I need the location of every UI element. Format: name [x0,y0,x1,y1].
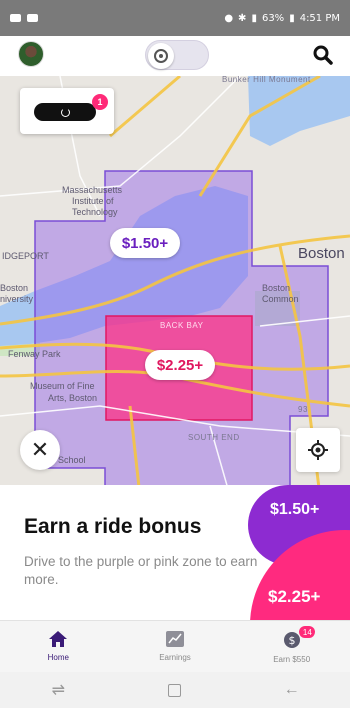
tab-home-label: Home [47,653,69,662]
map-label-mit-3: Technology [72,207,118,217]
battery-icon: ▮ [289,12,295,24]
map-label-boston-u-2: niversity [0,294,34,304]
close-button[interactable]: ✕ [20,430,60,470]
back-arrow-icon: ← [283,681,300,698]
sheet-title: Earn a ride bonus [24,515,202,538]
map-label-boston: Boston [298,245,345,262]
driver-mode-toggle[interactable] [145,40,209,70]
map-label-highway-93: 93 [298,405,308,414]
bonus-sheet: $1.50+ $2.25+ Earn a ride bonus Drive to… [0,485,350,620]
map-label-south-end: SOUTH END [188,433,240,442]
signal-icon: ▮ [251,12,257,24]
home-icon [49,631,68,647]
map-label-bunker-hill: Bunker Hill Monument [222,76,311,84]
bluetooth-icon: ✱ [238,12,247,24]
home-nav-button[interactable] [155,675,195,705]
status-icons-left [10,14,38,22]
map-label-fenway-park: Fenway Park [8,349,61,359]
map-label-museum-2: Arts, Boston [48,393,98,403]
tab-earnings-label: Earnings [159,653,191,662]
recenter-button[interactable] [296,428,340,472]
tab-earnings[interactable]: Earnings [117,621,234,672]
tab-earn-550-label: Earn $550 [273,655,311,664]
map-label-school: School [58,455,86,465]
earn-badge: 14 [299,626,316,638]
recent-apps-icon: ⇌ [51,682,66,699]
map-label-boston-common-2: Common [262,294,299,304]
tab-home[interactable]: Home [0,621,117,672]
image-notification-icon [27,14,38,22]
notification-badge: 1 [92,94,108,110]
notification-icon [10,14,21,22]
zone-price-pink[interactable]: $2.25+ [145,350,215,380]
svg-text:$: $ [288,634,295,647]
locate-me-icon [308,440,328,460]
power-icon [60,107,70,117]
map-label-museum-1: Museum of Fine [30,381,95,391]
tab-earn-550[interactable]: $ 14 Earn $550 [233,621,350,672]
clock: 4:51 PM [299,12,340,24]
back-button[interactable]: ← [272,675,312,705]
home-square-icon [168,683,182,697]
driver-status-card[interactable]: 1 [20,88,114,134]
go-online-pill[interactable] [34,103,96,121]
status-icons-right: ● ✱ ▮ 63% ▮ 4:51 PM [224,13,340,24]
system-nav-bar: ⇌ ← [0,672,350,708]
map-label-boston-u-1: Boston [0,283,29,293]
map-label-mit-1: Massachusetts [62,185,123,195]
purple-bonus-amount: $1.50+ [270,501,320,518]
zone-price-purple[interactable]: $1.50+ [110,228,180,258]
close-icon: ✕ [30,437,50,462]
pink-bonus-amount: $2.25+ [268,587,321,606]
avatar[interactable] [18,41,44,67]
earnings-chart-icon [166,631,184,647]
map-label-boston-common-1: Boston [262,283,291,293]
dollar-coin-icon: $ [283,632,300,648]
map-view[interactable]: Bunker Hill Monument Massachusetts Insti… [0,76,350,496]
location-icon: ● [224,12,234,24]
toggle-knob [148,43,174,69]
steering-wheel-icon [154,49,168,63]
app-bar [0,36,350,76]
sheet-subtitle: Drive to the purple or pink zone to earn… [24,554,258,588]
battery-level: 63% [261,12,285,24]
map-label-back-bay: BACK BAY [160,321,204,330]
map-label-mit-2: Institute of [72,196,114,206]
status-bar: ● ✱ ▮ 63% ▮ 4:51 PM [0,0,350,36]
search-icon[interactable] [312,44,334,66]
tab-bar: Home Earnings $ 14 Earn $550 [0,620,350,672]
recent-apps-button[interactable]: ⇌ [38,675,78,705]
map-label-bridgeport: IDGEPORT [2,251,49,261]
